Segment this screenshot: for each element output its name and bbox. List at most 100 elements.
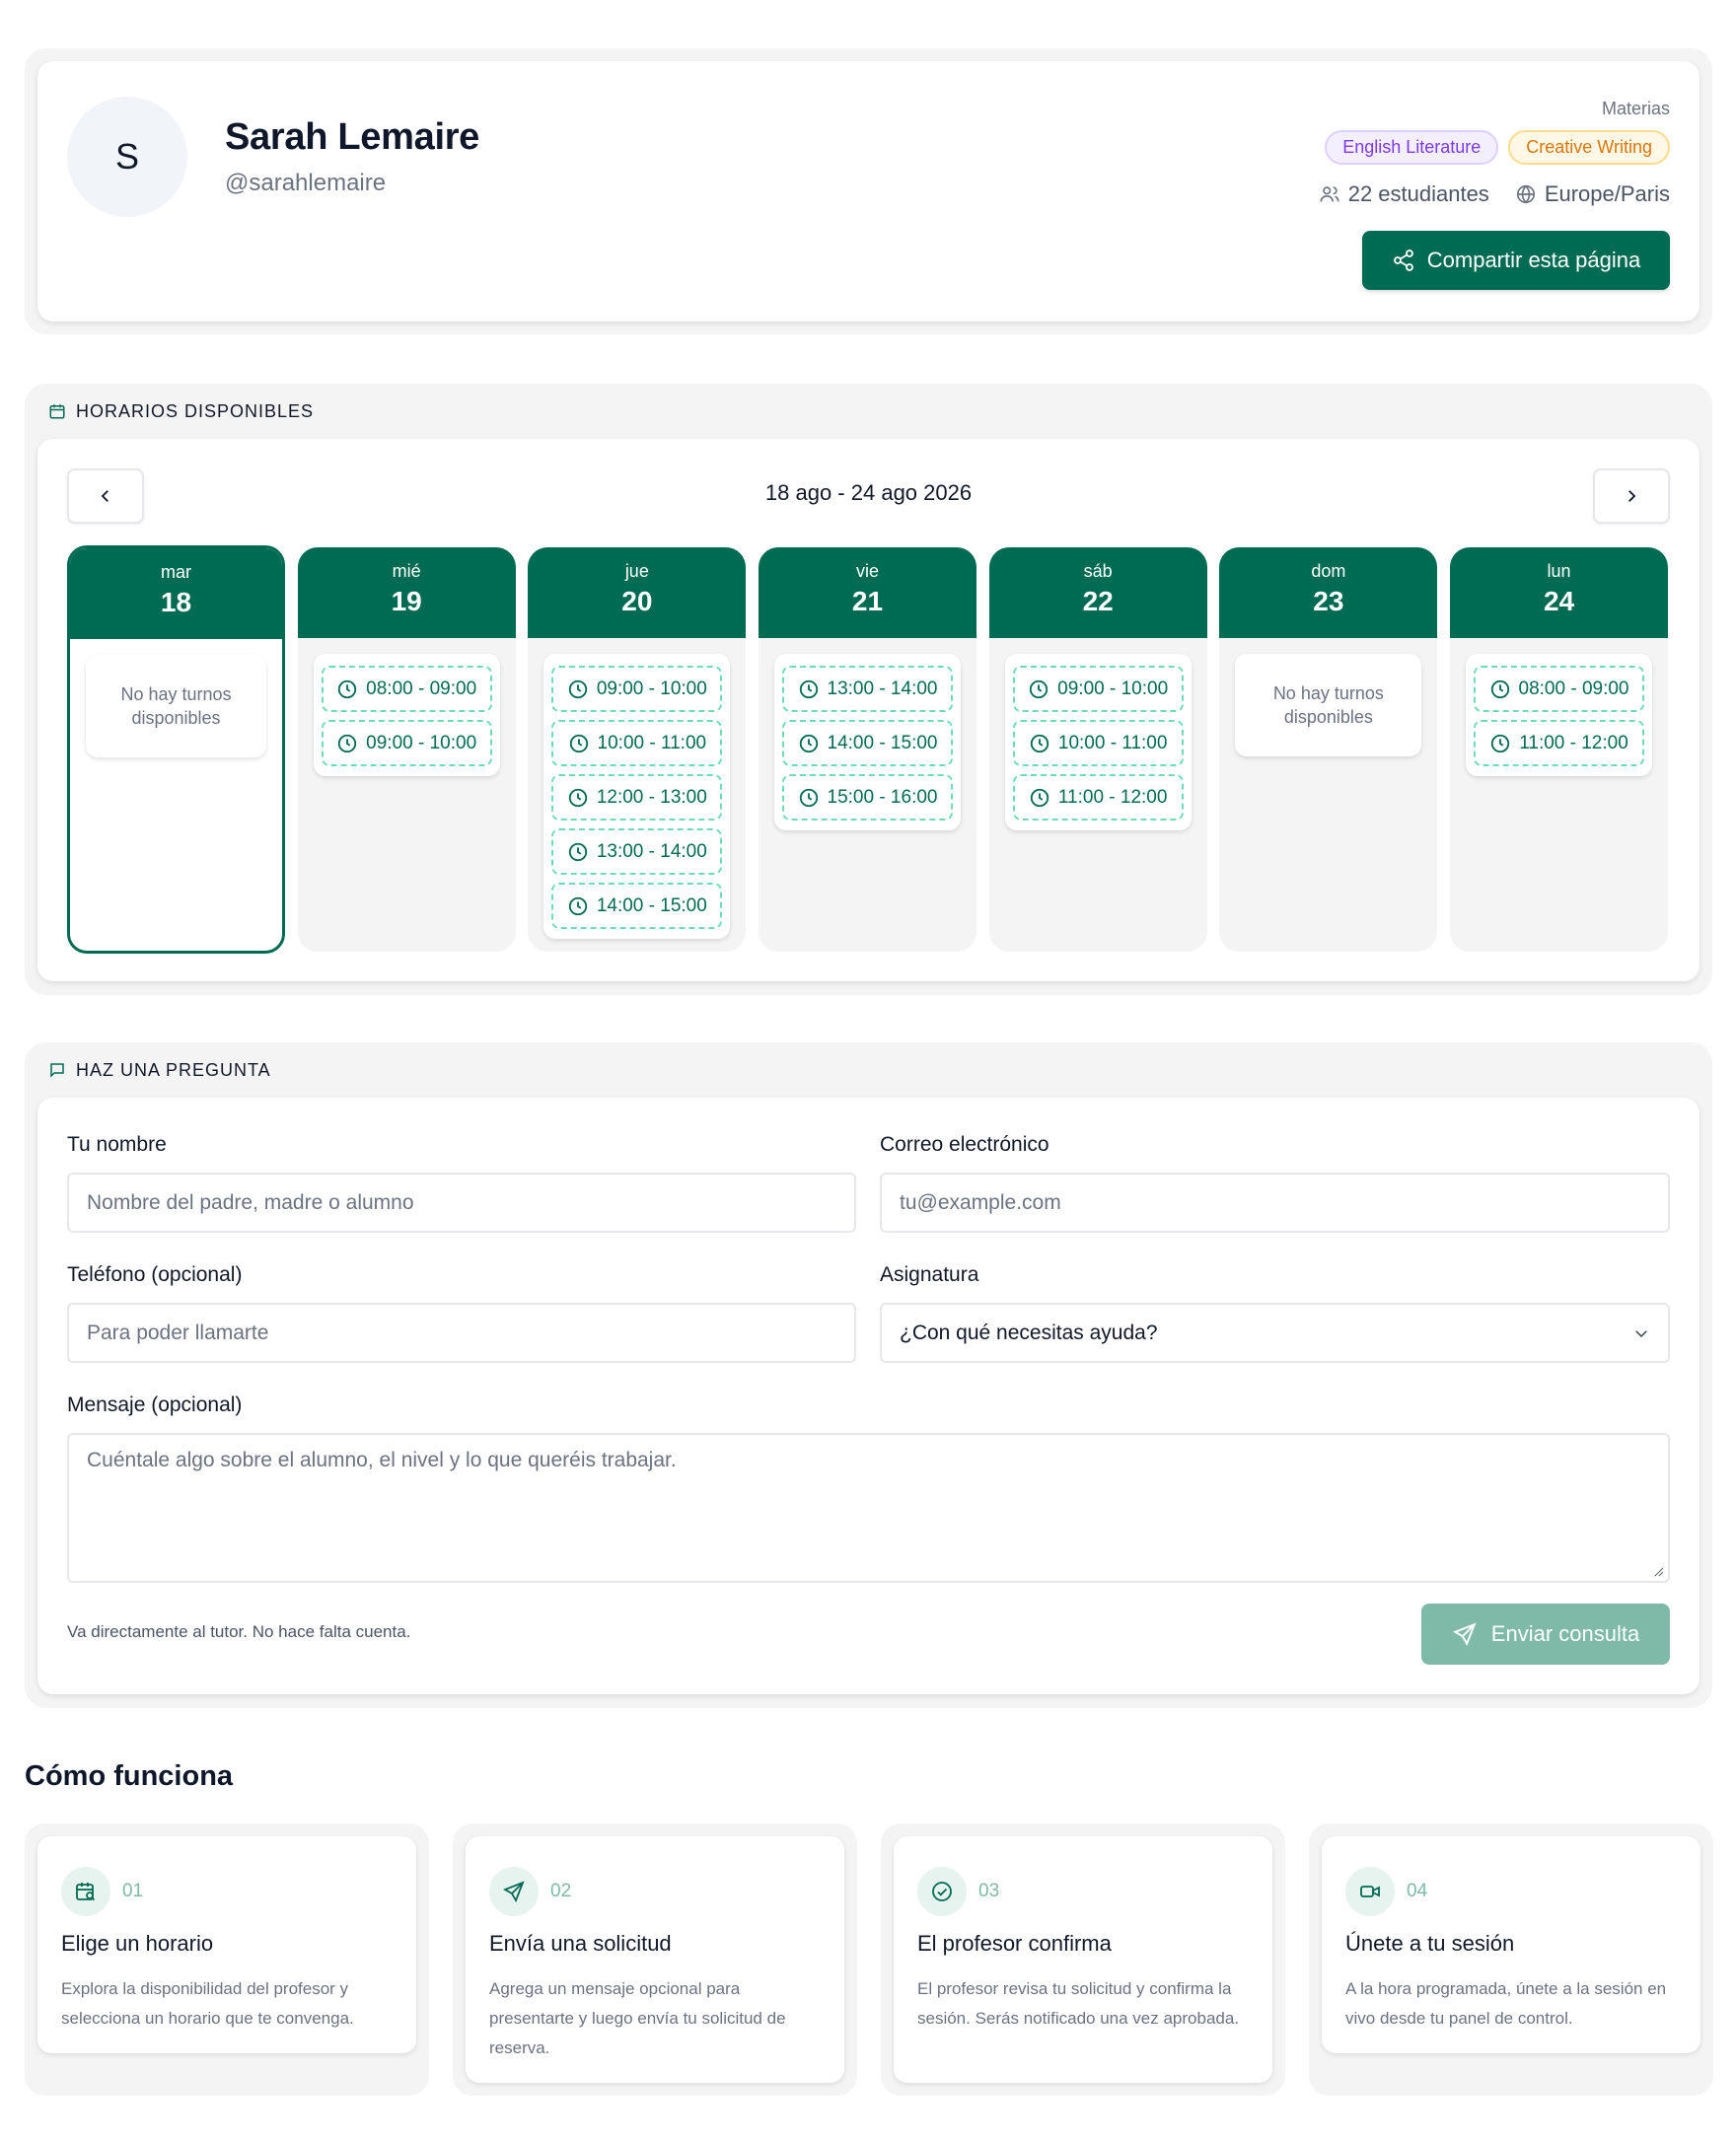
tutor-name: Sarah Lemaire xyxy=(225,116,480,158)
step-title: Envía una solicitud xyxy=(489,1931,672,1956)
time-slot-label: 10:00 - 11:00 xyxy=(597,732,707,753)
day-column-sáb[interactable]: sáb 22 09:00 - 10:00 10:00 - 11:00 11:00 - 1… xyxy=(988,547,1207,952)
subject-select[interactable]: ¿Con qué necesitas ayuda? xyxy=(880,1303,1670,1363)
day-header[interactable]: dom 23 xyxy=(1219,547,1438,638)
time-slot[interactable]: 13:00 - 14:00 xyxy=(782,666,953,712)
step-icon-wrap xyxy=(489,1867,539,1916)
time-slot[interactable]: 13:00 - 14:00 xyxy=(551,828,723,875)
step-icon-wrap xyxy=(917,1867,967,1916)
step-card-inner: 03 El profesor confirma El profesor revi… xyxy=(894,1836,1272,2083)
form-hint: Va directamente al tutor. No hace falta … xyxy=(67,1622,411,1641)
no-slots-text: No hay turnos disponibles xyxy=(1272,683,1384,727)
time-slot[interactable]: 11:00 - 12:00 xyxy=(1474,720,1645,766)
clock-icon xyxy=(568,679,587,698)
day-name: dom xyxy=(1311,561,1346,581)
day-column-lun[interactable]: lun 24 08:00 - 09:00 11:00 - 12:00 xyxy=(1450,547,1669,952)
day-header[interactable]: mar 18 xyxy=(70,548,282,639)
step-card: 03 El profesor confirma El profesor revi… xyxy=(881,1823,1285,2096)
next-week-button[interactable] xyxy=(1593,468,1670,524)
clock-icon xyxy=(799,679,818,698)
step-description: Agrega un mensaje opcional para presenta… xyxy=(489,1979,786,2057)
chevron-right-icon xyxy=(1628,490,1636,502)
clock-icon xyxy=(1490,679,1509,698)
send-icon xyxy=(1452,1622,1477,1647)
schedule-card: 18 ago - 24 ago 2026 mar 18 No hay turnos … xyxy=(37,439,1700,981)
phone-input[interactable]: Para poder llamarte xyxy=(67,1303,856,1363)
step-card: 01 Elige un horario Explora la disponibi… xyxy=(25,1823,429,2096)
clock-icon xyxy=(1491,734,1510,752)
clock-icon xyxy=(337,679,357,698)
step-number: 04 xyxy=(1407,1881,1428,1901)
day-header[interactable]: sáb 22 xyxy=(988,547,1207,638)
clock-icon xyxy=(568,896,587,915)
day-header[interactable]: lun 24 xyxy=(1450,547,1669,638)
day-column-dom[interactable]: dom 23 No hay turnos disponibles xyxy=(1219,547,1438,952)
resize-handle-icon[interactable] xyxy=(1652,1565,1664,1577)
slots-card: 09:00 - 10:00 10:00 - 11:00 12:00 - 13:00 1… xyxy=(543,654,731,939)
step-description: A la hora programada, únete a la sesión … xyxy=(1345,1979,1667,2028)
time-slot[interactable]: 09:00 - 10:00 xyxy=(1012,666,1184,712)
step-card-inner: 02 Envía una solicitud Agrega un mensaje… xyxy=(466,1836,844,2083)
day-header[interactable]: jue 20 xyxy=(528,547,747,638)
day-column-jue[interactable]: jue 20 09:00 - 10:00 10:00 - 11:00 12:00 - 1… xyxy=(528,547,747,952)
time-slot[interactable]: 14:00 - 15:00 xyxy=(782,720,953,766)
time-slot[interactable]: 10:00 - 11:00 xyxy=(1012,720,1184,766)
tutor-handle: @sarahlemaire xyxy=(225,170,387,196)
time-slot[interactable]: 12:00 - 13:00 xyxy=(551,774,723,821)
step-card-inner: 04 Únete a tu sesión A la hora programad… xyxy=(1322,1836,1700,2053)
time-slot[interactable]: 09:00 - 10:00 xyxy=(321,720,492,766)
question-section-header: HAZ UNA PREGUNTA xyxy=(48,1052,271,1088)
time-slot-label: 09:00 - 10:00 xyxy=(366,732,477,753)
slots-card: 08:00 - 09:00 09:00 - 10:00 xyxy=(313,654,500,776)
time-slot[interactable]: 14:00 - 15:00 xyxy=(551,883,723,929)
week-range: 18 ago - 24 ago 2026 xyxy=(764,480,973,505)
timezone-text: Europe/Paris xyxy=(1544,181,1670,206)
students-text: 22 estudiantes xyxy=(1347,181,1489,206)
time-slot[interactable]: 09:00 - 10:00 xyxy=(551,666,723,712)
share-page-button[interactable]: Compartir esta página xyxy=(1362,231,1670,290)
day-date: 22 xyxy=(1082,586,1114,616)
message-textarea[interactable]: Cuéntale algo sobre el alumno, el nivel … xyxy=(67,1433,1670,1583)
day-name: lun xyxy=(1547,561,1571,581)
step-card-inner: 01 Elige un horario Explora la disponibi… xyxy=(37,1836,416,2053)
question-section: HAZ UNA PREGUNTA Tu nombre Nombre del pa… xyxy=(25,1042,1712,1708)
phone-placeholder: Para poder llamarte xyxy=(87,1321,269,1344)
day-column-mar[interactable]: mar 18 No hay turnos disponibles xyxy=(67,545,285,954)
day-column-vie[interactable]: vie 21 13:00 - 14:00 14:00 - 15:00 15:00 - 1… xyxy=(759,547,976,952)
send-inquiry-button[interactable]: Enviar consulta xyxy=(1421,1604,1670,1665)
schedule-section: HORARIOS DISPONIBLES 18 ago - 24 ago 202… xyxy=(25,384,1712,995)
day-header[interactable]: mié 19 xyxy=(297,547,516,638)
time-slot[interactable]: 11:00 - 12:00 xyxy=(1012,774,1184,821)
time-slot[interactable]: 10:00 - 11:00 xyxy=(551,720,723,766)
step-number: 02 xyxy=(550,1881,572,1901)
day-column-mié[interactable]: mié 19 08:00 - 09:00 09:00 - 10:00 xyxy=(297,547,516,952)
day-columns: mar 18 No hay turnos disponibles mié 19 08:00… xyxy=(67,545,1670,954)
day-date: 20 xyxy=(621,586,653,616)
slots-card: 08:00 - 09:00 11:00 - 12:00 xyxy=(1466,654,1653,776)
avatar-initial: S xyxy=(114,136,139,177)
slots-card: No hay turnos disponibles xyxy=(86,655,266,757)
time-slot-label: 10:00 - 11:00 xyxy=(1057,732,1168,753)
share-icon xyxy=(1393,250,1413,271)
profile-section: S Sarah Lemaire @sarahlemaire Materias E… xyxy=(25,48,1712,334)
day-name: mar xyxy=(161,562,191,582)
time-slot[interactable]: 15:00 - 16:00 xyxy=(782,774,953,821)
time-slot[interactable]: 08:00 - 09:00 xyxy=(1474,666,1645,712)
clock-icon xyxy=(1030,788,1049,807)
step-title: Únete a tu sesión xyxy=(1345,1931,1515,1956)
email-label: Correo electrónico xyxy=(880,1133,1049,1156)
step-card: 04 Únete a tu sesión A la hora programad… xyxy=(1309,1823,1713,2096)
subject-select-value: ¿Con qué necesitas ayuda? xyxy=(900,1321,1158,1344)
day-header[interactable]: vie 21 xyxy=(759,547,976,638)
time-slot-label: 09:00 - 10:00 xyxy=(1057,678,1169,699)
slots-card: 09:00 - 10:00 10:00 - 11:00 11:00 - 12:00 xyxy=(1004,654,1192,830)
schedule-section-title: HORARIOS DISPONIBLES xyxy=(76,400,315,421)
email-input[interactable]: tu@example.com xyxy=(880,1173,1670,1233)
question-section-title: HAZ UNA PREGUNTA xyxy=(76,1059,271,1080)
time-slot[interactable]: 08:00 - 09:00 xyxy=(321,666,492,712)
time-slot-label: 12:00 - 13:00 xyxy=(596,786,707,808)
calendar-icon xyxy=(49,404,65,419)
name-input[interactable]: Nombre del padre, madre o alumno xyxy=(67,1173,856,1233)
profile-card: S Sarah Lemaire @sarahlemaire Materias E… xyxy=(37,61,1700,321)
step-title: El profesor confirma xyxy=(917,1931,1112,1956)
